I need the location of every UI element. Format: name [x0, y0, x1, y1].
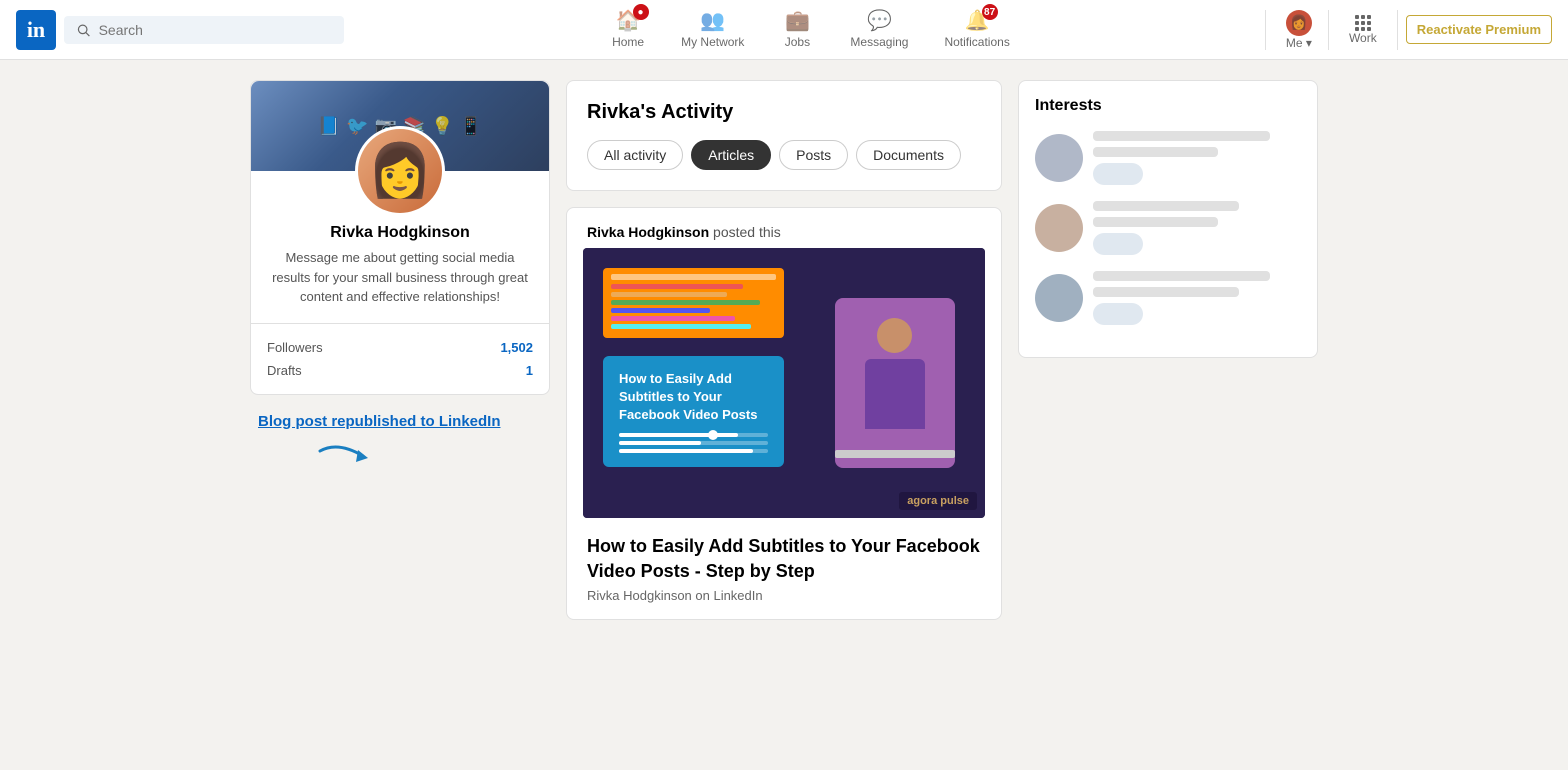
- jobs-icon: 💼: [785, 8, 810, 33]
- nav-item-messaging[interactable]: 💬 Messaging: [832, 8, 926, 51]
- thumb-right: [804, 248, 985, 518]
- nav-home-label: Home: [612, 35, 644, 49]
- post-meta-suffix: posted this: [713, 224, 781, 240]
- main-layout: 📘 🐦 📷 📚 💡 📱 👩 Rivka Hodgkinson Message m…: [234, 80, 1334, 620]
- interest-info-3: [1093, 271, 1301, 325]
- nav-divider-2: [1328, 10, 1329, 50]
- right-sidebar: Interests: [1018, 80, 1318, 358]
- arrow-icon: [318, 436, 378, 471]
- blog-link-area: Blog post republished to LinkedIn: [250, 411, 550, 471]
- profile-avatar[interactable]: 👩: [355, 126, 445, 216]
- nav-item-notifications[interactable]: 🔔 87 Notifications: [926, 8, 1027, 51]
- profile-info: Rivka Hodgkinson Message me about gettin…: [251, 216, 549, 323]
- profile-stats: Followers 1,502 Drafts 1: [251, 323, 549, 394]
- post-image[interactable]: How to Easily Add Subtitles to Your Face…: [583, 248, 985, 518]
- nav-right: 👩 Me ▾ Work Reactivate Premium: [1278, 10, 1552, 50]
- filter-all-activity[interactable]: All activity: [587, 140, 683, 170]
- person-figure: [835, 298, 955, 468]
- nav-mynetwork-label: My Network: [681, 35, 744, 49]
- nav-me-label: Me ▾: [1286, 36, 1312, 50]
- post-author[interactable]: Rivka Hodgkinson: [587, 224, 709, 240]
- blog-republished-link[interactable]: Blog post republished to LinkedIn: [258, 411, 501, 432]
- interest-avatar-1: [1035, 134, 1083, 182]
- navigation: in 🏠 ● Home 👥 My Network 💼 Jobs 💬 Messag…: [0, 0, 1568, 60]
- search-input[interactable]: [99, 22, 332, 38]
- thumb-left: How to Easily Add Subtitles to Your Face…: [583, 248, 804, 518]
- avatar: 👩: [1286, 10, 1312, 36]
- interest-line: [1093, 147, 1218, 157]
- nav-work-menu[interactable]: Work: [1337, 15, 1389, 45]
- drafts-count[interactable]: 1: [526, 363, 533, 378]
- activity-title: Rivka's Activity: [587, 101, 981, 124]
- profile-bio: Message me about getting social media re…: [267, 248, 533, 307]
- center-content: Rivka's Activity All activity Articles P…: [566, 80, 1002, 620]
- nav-item-mynetwork[interactable]: 👥 My Network: [663, 8, 762, 51]
- person-head: [877, 318, 912, 353]
- filter-articles[interactable]: Articles: [691, 140, 771, 170]
- person-desk: [835, 450, 955, 458]
- post-thumbnail: How to Easily Add Subtitles to Your Face…: [583, 248, 985, 518]
- nav-messaging-label: Messaging: [850, 35, 908, 49]
- interest-avatar-3: [1035, 274, 1083, 322]
- drafts-label: Drafts: [267, 363, 302, 378]
- post-card: Rivka Hodgkinson posted this: [566, 207, 1002, 620]
- post-subtitle: Rivka Hodgkinson on LinkedIn: [587, 588, 981, 603]
- mynetwork-icon: 👥: [700, 8, 725, 33]
- profile-card: 📘 🐦 📷 📚 💡 📱 👩 Rivka Hodgkinson Message m…: [250, 80, 550, 395]
- interest-line: [1093, 271, 1270, 281]
- notifications-icon: 🔔 87: [965, 8, 990, 33]
- post-title[interactable]: How to Easily Add Subtitles to Your Face…: [587, 534, 981, 584]
- nav-items: 🏠 ● Home 👥 My Network 💼 Jobs 💬 Messaging…: [360, 8, 1261, 51]
- interest-item-3: [1035, 271, 1301, 325]
- interest-info-1: [1093, 131, 1301, 185]
- left-sidebar: 📘 🐦 📷 📚 💡 📱 👩 Rivka Hodgkinson Message m…: [250, 80, 550, 471]
- interest-avatar-2: [1035, 204, 1083, 252]
- thumb-overlay: How to Easily Add Subtitles to Your Face…: [603, 356, 784, 467]
- agora-badge: agora pulse: [899, 492, 977, 510]
- nav-me-menu[interactable]: 👩 Me ▾: [1278, 10, 1320, 50]
- nav-work-label: Work: [1349, 31, 1377, 45]
- article-thumb: How to Easily Add Subtitles to Your Face…: [583, 248, 985, 518]
- followers-row: Followers 1,502: [267, 336, 533, 359]
- profile-name[interactable]: Rivka Hodgkinson: [267, 224, 533, 242]
- person-body: [865, 359, 925, 429]
- nav-item-jobs[interactable]: 💼 Jobs: [762, 8, 832, 51]
- interests-title: Interests: [1035, 97, 1301, 115]
- home-icon: 🏠 ●: [616, 8, 641, 33]
- nav-divider: [1265, 10, 1266, 50]
- post-meta: Rivka Hodgkinson posted this: [567, 208, 1001, 248]
- reactivate-premium-button[interactable]: Reactivate Premium: [1406, 15, 1552, 44]
- interest-line: [1093, 201, 1239, 211]
- interest-line: [1093, 287, 1239, 297]
- interest-line: [1093, 217, 1218, 227]
- filter-documents[interactable]: Documents: [856, 140, 961, 170]
- followers-label: Followers: [267, 340, 323, 355]
- post-content: How to Easily Add Subtitles to Your Face…: [567, 518, 1001, 619]
- interest-item-2: [1035, 201, 1301, 255]
- overlay-title: How to Easily Add Subtitles to Your Face…: [619, 370, 768, 425]
- drafts-row: Drafts 1: [267, 359, 533, 382]
- avatar-wrap: 👩: [251, 126, 549, 216]
- nav-item-home[interactable]: 🏠 ● Home: [593, 8, 663, 51]
- nav-jobs-label: Jobs: [785, 35, 810, 49]
- nav-divider-3: [1397, 10, 1398, 50]
- messaging-icon: 💬: [867, 8, 892, 33]
- overlay-progress: [619, 433, 768, 453]
- home-badge: ●: [633, 4, 649, 20]
- search-bar[interactable]: [64, 16, 344, 44]
- search-icon: [76, 22, 91, 38]
- interests-card: Interests: [1018, 80, 1318, 358]
- interest-info-2: [1093, 201, 1301, 255]
- filter-posts[interactable]: Posts: [779, 140, 848, 170]
- interest-line: [1093, 131, 1270, 141]
- thumb-browser: [603, 268, 784, 338]
- notifications-badge: 87: [982, 4, 998, 20]
- filter-tabs: All activity Articles Posts Documents: [587, 140, 981, 170]
- followers-count[interactable]: 1,502: [500, 340, 533, 355]
- nav-notifications-label: Notifications: [944, 35, 1009, 49]
- activity-card: Rivka's Activity All activity Articles P…: [566, 80, 1002, 191]
- linkedin-logo[interactable]: in: [16, 10, 56, 50]
- interest-item-1: [1035, 131, 1301, 185]
- grid-icon: [1355, 15, 1371, 31]
